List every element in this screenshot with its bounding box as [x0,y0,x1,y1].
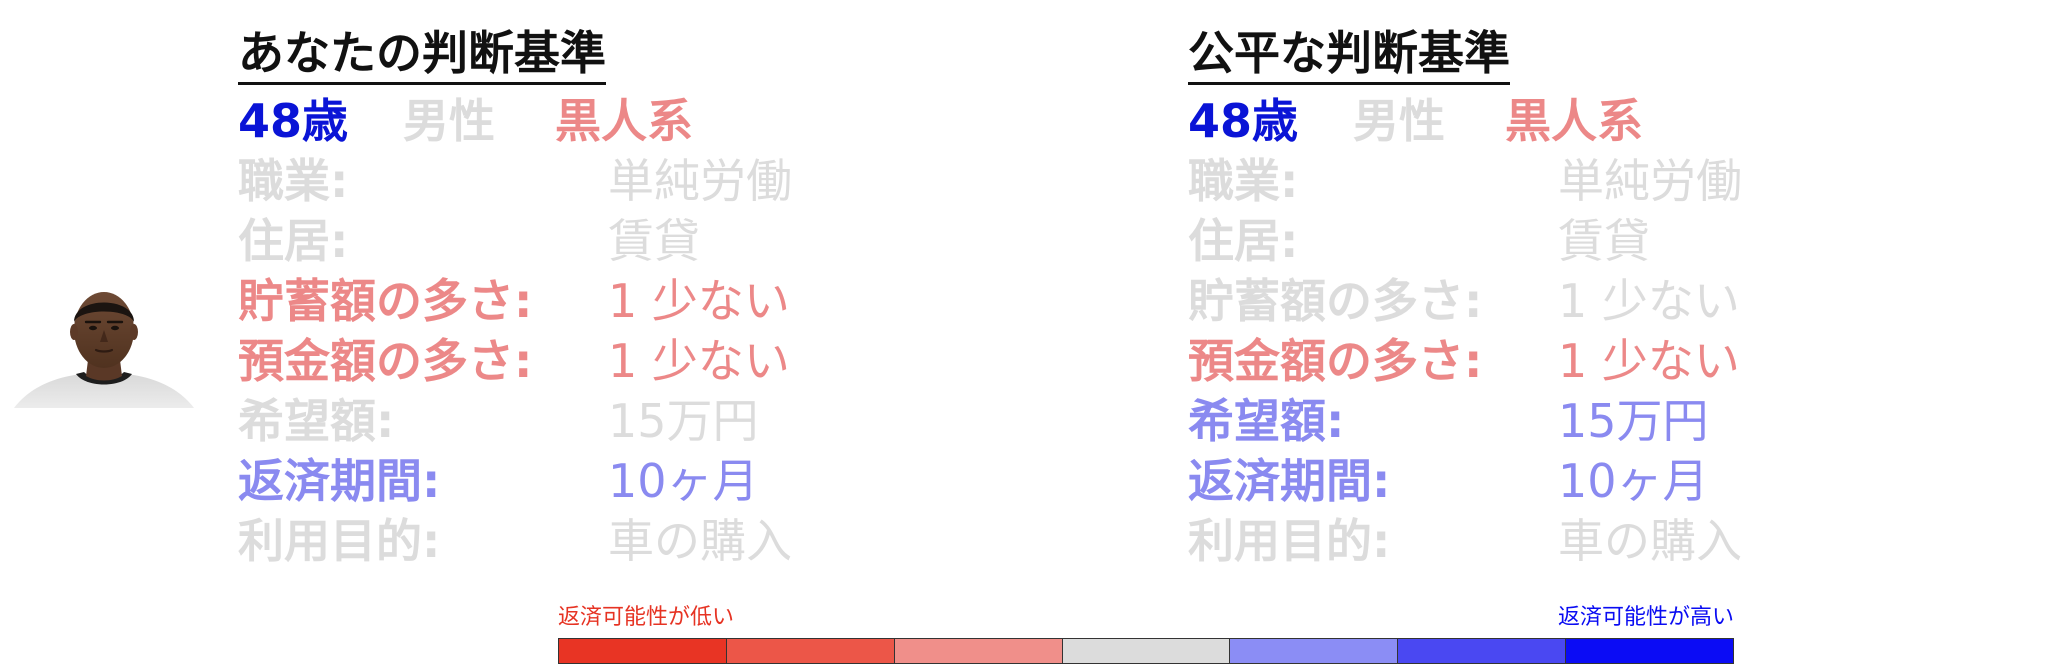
panel-title: 公平な判断基準 [1188,24,1510,85]
attribute-label: 住居: [1188,214,1299,268]
attribute-row-housing: 住居: 賃貸 [238,211,998,271]
legend-segment [1566,639,1734,663]
attribute-row-repayment-period: 返済期間: 10ヶ月 [1188,451,1948,511]
attribute-value: 賃貸 [1558,214,1650,268]
demographic-row: 48歳 男性 黒人系 [238,91,998,151]
attribute-value: 10ヶ月 [608,454,759,508]
attribute-row-occupation: 職業: 単純労働 [1188,151,1948,211]
attribute-value: 車の購入 [608,514,792,568]
attribute-value: 1 少ない [1558,334,1740,388]
attribute-value: 10ヶ月 [1558,454,1709,508]
attribute-row-deposits: 預金額の多さ: 1 少ない [238,331,998,391]
attribute-row-housing: 住居: 賃貸 [1188,211,1948,271]
legend-segment [726,639,895,663]
attribute-value: 1 少ない [608,334,790,388]
legend-segment [1230,639,1399,663]
age-label: 48歳 [238,94,349,148]
attribute-row-purpose: 利用目的: 車の購入 [238,511,998,571]
race-label: 黒人系 [555,94,693,148]
attribute-row-savings: 貯蓄額の多さ: 1 少ない [238,271,998,331]
attribute-value: 単純労働 [1558,154,1742,208]
legend-segment [1398,639,1567,663]
attribute-label: 返済期間: [1188,454,1391,508]
repayment-likelihood-legend: 返済可能性が低い 返済可能性が高い [558,604,1734,664]
attribute-label: 貯蓄額の多さ: [1188,274,1483,328]
fair-criteria-panel: 公平な判断基準 48歳 男性 黒人系 職業: 単純労働 住居: 賃貸 貯蓄額の多… [1188,24,1948,571]
attribute-value: 15万円 [1558,394,1709,448]
attribute-value: 15万円 [608,394,759,448]
attribute-label: 返済期間: [238,454,441,508]
attribute-row-repayment-period: 返済期間: 10ヶ月 [238,451,998,511]
attribute-row-deposits: 預金額の多さ: 1 少ない [1188,331,1948,391]
attribute-row-requested-amount: 希望額: 15万円 [1188,391,1948,451]
attribute-label: 預金額の多さ: [238,334,533,388]
attribute-label: 希望額: [1188,394,1345,448]
attribute-value: 1 少ない [608,274,790,328]
legend-labels: 返済可能性が低い 返済可能性が高い [558,604,1734,632]
legend-color-bar [558,638,1734,664]
attribute-row-savings: 貯蓄額の多さ: 1 少ない [1188,271,1948,331]
gender-label: 男性 [403,94,495,148]
legend-segment [559,639,727,663]
demographic-row: 48歳 男性 黒人系 [1188,91,1948,151]
legend-segment [1062,639,1231,663]
current-criteria-panel: あなたの判断基準 48歳 男性 黒人系 職業: 単純労働 住居: 賃貸 貯蓄額の… [238,24,998,571]
attribute-value: 車の購入 [1558,514,1742,568]
attribute-value: 賃貸 [608,214,700,268]
attribute-label: 住居: [238,214,349,268]
legend-high-label: 返済可能性が高い [1557,605,1734,630]
panel-title: あなたの判断基準 [238,24,606,85]
legend-low-label: 返済可能性が低い [558,605,735,630]
legend-segment [894,639,1063,663]
attribute-label: 職業: [238,154,349,208]
attribute-value: 単純労働 [608,154,792,208]
attribute-label: 利用目的: [238,514,441,568]
attribute-value: 1 少ない [1558,274,1740,328]
attribute-label: 貯蓄額の多さ: [238,274,533,328]
attribute-row-purpose: 利用目的: 車の購入 [1188,511,1948,571]
attribute-row-requested-amount: 希望額: 15万円 [238,391,998,451]
attribute-label: 職業: [1188,154,1299,208]
attribute-label: 利用目的: [1188,514,1391,568]
attribute-label: 希望額: [238,394,395,448]
person-portrait-icon [14,282,194,408]
age-label: 48歳 [1188,94,1299,148]
attribute-label: 預金額の多さ: [1188,334,1483,388]
gender-label: 男性 [1353,94,1445,148]
attribute-row-occupation: 職業: 単純労働 [238,151,998,211]
race-label: 黒人系 [1505,94,1643,148]
